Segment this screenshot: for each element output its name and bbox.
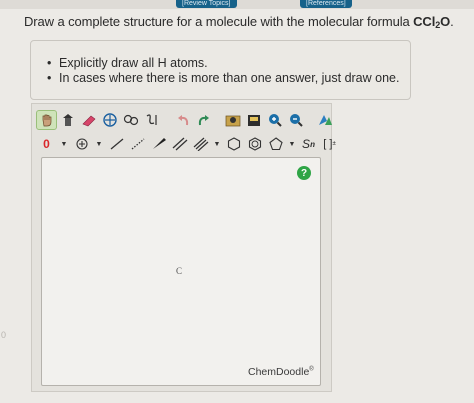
help-button[interactable]: ? [297,166,311,180]
charge-dropdown[interactable]: ▼ [57,134,71,154]
references-link[interactable]: [References] [300,0,352,8]
toolbar-row-2: 0 ▼ ▼ ▼ ▼ Sn [] ± [36,133,340,155]
ring-dropdown[interactable]: ▼ [286,134,298,154]
bracket-icon[interactable]: [ ] ± [319,134,340,154]
lasso-select-icon[interactable] [99,110,120,130]
clean-icon[interactable] [314,110,335,130]
question-text: Draw a complete structure for a molecule… [24,14,454,30]
charge-icon[interactable]: 0 [36,134,57,154]
flip-icon[interactable] [141,110,162,130]
instruction-item: In cases where there is more than one an… [47,71,399,86]
cyclopentane-icon[interactable] [265,134,286,154]
instructions-box: Explicitly draw all H atoms. In cases wh… [30,40,411,100]
templates-icon[interactable] [222,110,243,130]
double-bond-icon[interactable] [169,134,190,154]
open-file-icon[interactable] [243,110,264,130]
undo-icon[interactable] [172,110,193,130]
dashed-bond-icon[interactable] [127,134,148,154]
zoom-out-icon[interactable] [285,110,306,130]
bond-dropdown[interactable]: ▼ [211,134,223,154]
molecular-formula: CCl2O [413,14,451,30]
hand-icon[interactable] [36,110,57,130]
zoom-in-icon[interactable] [264,110,285,130]
instruction-item: Explicitly draw all H atoms. [47,56,399,71]
sn-repeat-icon[interactable]: Sn [298,134,319,154]
single-bond-icon[interactable] [106,134,127,154]
question-prefix: Draw a complete structure for a molecule… [24,14,414,29]
cyclohexane-icon[interactable] [223,134,244,154]
triple-bond-icon[interactable] [190,134,211,154]
toolbar-row-1 [36,109,335,131]
add-lone-pair-icon[interactable] [71,134,92,154]
redo-icon[interactable] [193,110,214,130]
edge-mark: 0 [1,330,7,340]
carbon-atom[interactable]: C [176,266,182,276]
eraser-icon[interactable] [78,110,99,130]
review-topics-link[interactable]: [Review Topics] [176,0,237,8]
wedge-bond-icon[interactable] [148,134,169,154]
chemdoodle-brand: ChemDoodle® [248,366,314,378]
erase-atom-icon[interactable] [57,110,78,130]
lone-pair-dropdown[interactable]: ▼ [92,134,106,154]
benzene-icon[interactable] [244,134,265,154]
rotate-3d-icon[interactable] [120,110,141,130]
top-bar [0,0,474,9]
